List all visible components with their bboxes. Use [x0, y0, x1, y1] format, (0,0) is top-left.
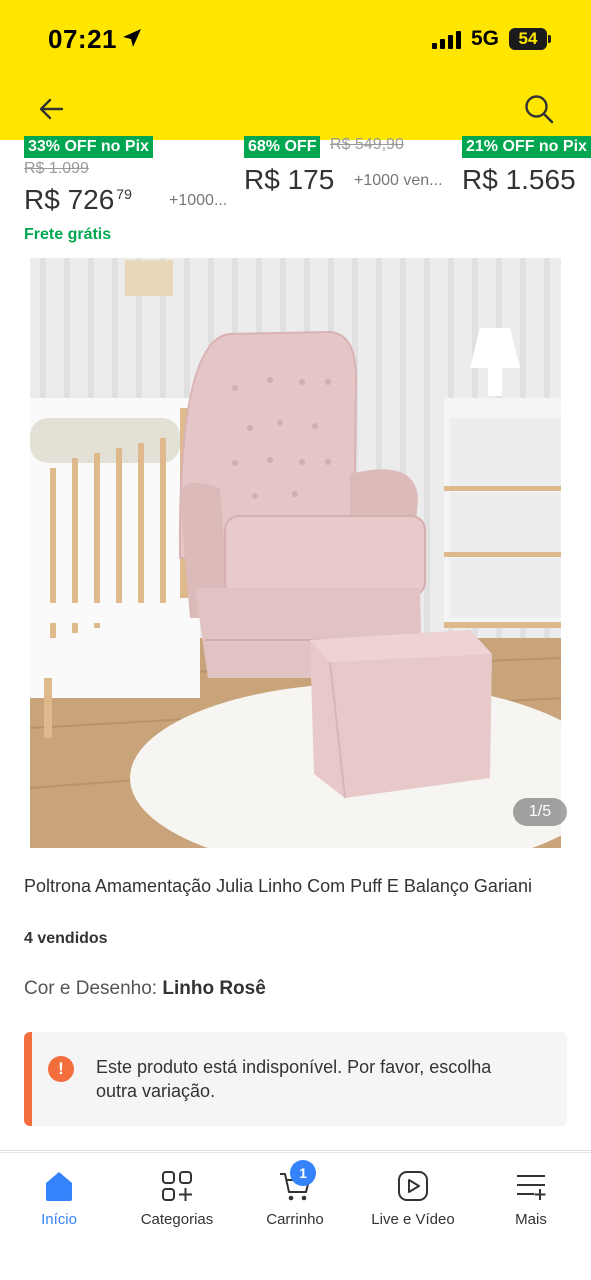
- tab-inicio[interactable]: Início: [0, 1153, 118, 1253]
- product-card[interactable]: 68% OFF R$ 549,90 R$ 175 +1000 ven...: [240, 136, 456, 256]
- signal-icon: [432, 31, 461, 49]
- menu-plus-icon: [517, 1175, 546, 1200]
- variant-label: Cor e Desenho:: [24, 978, 158, 999]
- variant-selector[interactable]: Cor e Desenho: Linho Rosê: [24, 978, 266, 1000]
- tab-label: Início: [41, 1211, 77, 1228]
- related-products-carousel[interactable]: 33% OFF no Pix R$ 1.099 R$ 726 79 +1000..…: [0, 136, 591, 256]
- product-card[interactable]: 21% OFF no Pix R$ 1.565: [458, 136, 591, 256]
- product-card[interactable]: 33% OFF no Pix R$ 1.099 R$ 726 79 +1000..…: [0, 136, 240, 256]
- image-counter: 1/5: [513, 798, 567, 826]
- price: R$ 1.565: [462, 164, 576, 195]
- discount-badge: 68% OFF: [244, 136, 321, 158]
- tab-label: Categorias: [140, 1211, 214, 1228]
- old-price: R$ 1.099: [24, 160, 89, 177]
- arrow-left-icon: [39, 98, 64, 120]
- status-bar: 07:21 5G 54: [0, 0, 591, 80]
- unavailable-alert: ! Este produto está indisponível. Por fa…: [24, 1032, 567, 1126]
- tab-label: Live e Vídeo: [371, 1211, 455, 1228]
- search-button[interactable]: [518, 88, 560, 130]
- product-sold-count: 4 vendidos: [24, 930, 108, 947]
- search-icon: [525, 95, 554, 124]
- price: R$ 726 79: [24, 184, 132, 216]
- alert-accent-bar: [24, 1032, 32, 1126]
- product-title: Poltrona Amamentação Julia Linho Com Puf…: [24, 876, 532, 896]
- price: R$ 175: [244, 164, 335, 195]
- armchair-photo: [30, 258, 561, 848]
- network-type: 5G: [471, 27, 500, 50]
- home-icon: [46, 1172, 72, 1201]
- play-icon: [398, 1171, 428, 1201]
- price-cents: 79: [116, 186, 132, 202]
- location-arrow-icon: [123, 29, 141, 47]
- sold-count: +1000 ven...: [354, 172, 443, 189]
- old-price: R$ 549,90: [330, 136, 404, 153]
- variant-value: Linho Rosê: [162, 978, 266, 999]
- price-value: R$ 726: [24, 184, 115, 215]
- tab-mais[interactable]: Mais: [472, 1153, 590, 1253]
- tab-live-video[interactable]: Live e Vídeo: [354, 1153, 472, 1253]
- free-shipping: Frete grátis: [24, 226, 112, 243]
- tab-label: Carrinho: [266, 1211, 324, 1228]
- nav-row: [0, 80, 591, 136]
- product-image[interactable]: [30, 258, 561, 848]
- alert-message: Este produto está indisponível. Por favo…: [96, 1057, 492, 1101]
- sold-count: +1000...: [169, 192, 228, 209]
- tab-label: Mais: [515, 1211, 547, 1228]
- divider: [0, 1150, 591, 1151]
- battery-nub: [548, 35, 551, 43]
- cart-badge: 1: [290, 1160, 316, 1186]
- status-time: 07:21: [48, 24, 117, 54]
- discount-badge: 33% OFF no Pix: [24, 136, 153, 158]
- tab-categorias[interactable]: Categorias: [118, 1153, 236, 1253]
- back-button[interactable]: [30, 88, 72, 130]
- discount-badge: 21% OFF no Pix: [462, 136, 591, 158]
- battery-icon: 54: [509, 28, 547, 50]
- battery-level: 54: [518, 29, 538, 48]
- warning-icon: !: [48, 1056, 74, 1082]
- categories-icon: [162, 1171, 192, 1201]
